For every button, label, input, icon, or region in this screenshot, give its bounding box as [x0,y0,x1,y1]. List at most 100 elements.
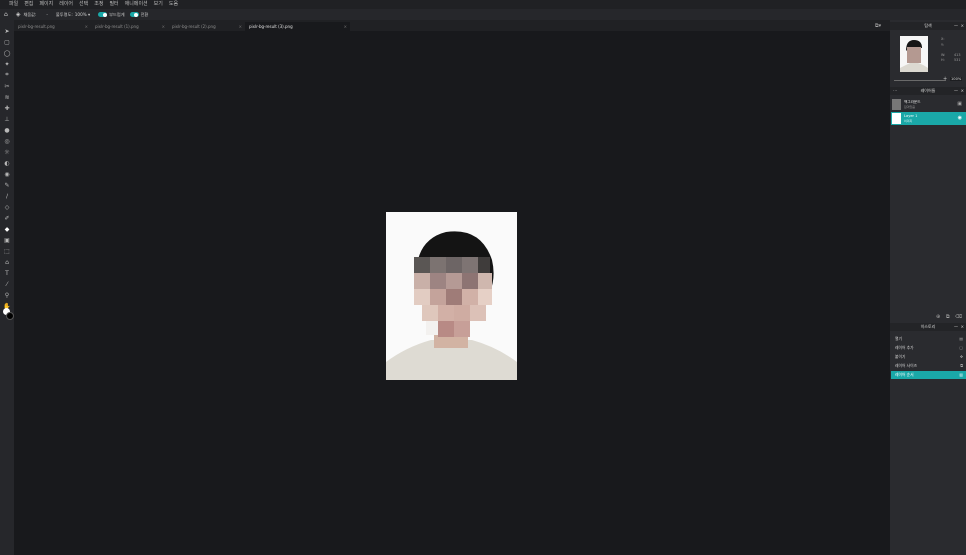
menu-item[interactable]: 애니메이션 [125,0,148,9]
smooth-label: 부드럽게 [109,11,125,17]
history-collapse-icon[interactable]: — [954,323,958,331]
menu-item[interactable]: 선택 [79,0,88,9]
options-bar: ⌂ ◈ 채움값: - 불투명도: 100% ▾ 부드럽게 전환 [0,9,966,20]
history-label: 레이어 순서 [895,372,914,377]
collapse-icon[interactable]: — [954,22,958,30]
layers-header: ⋯ 레이어들 — × [890,87,966,95]
menu-item[interactable]: 파일 [9,0,18,9]
menu-item[interactable]: 보기 [154,0,163,9]
tab-close-icon[interactable]: × [85,22,88,31]
tab-close-icon[interactable]: × [344,22,347,31]
close-icon[interactable]: × [961,22,964,30]
tab-label: pixlr-bg-result (3).png [249,24,293,29]
drop-tool-icon[interactable]: ● [3,126,11,134]
menu-item[interactable]: 페이지 [39,0,53,9]
cutout-tool-icon[interactable]: ✂ [3,82,11,90]
lock-icon[interactable]: ▣ [957,101,962,107]
arrange-tool-icon[interactable]: ➤ [3,27,11,35]
open-icon: ▤ [959,336,963,341]
history-label: 레이어 추가 [895,345,914,350]
history-item[interactable]: 레이어 사이즈 ⧉ [891,362,966,370]
liquify-tool-icon[interactable]: ≋ [3,93,11,101]
eye-icon[interactable]: ◉ [958,115,962,121]
document-tab[interactable]: pixlr-bg-result (3).png × [245,22,350,31]
history-title: 히스토리 [920,324,936,329]
history-item[interactable]: 열기 ▤ [891,335,966,343]
history-item-selected[interactable]: 레이어 순서 ▥ [891,371,966,379]
history-close-icon[interactable]: × [961,323,964,331]
zoom-tool-icon[interactable]: ⚲ [3,291,11,299]
gradient-tool-icon[interactable]: ▣ [3,236,11,244]
zoom-value[interactable]: 100% [950,77,963,81]
menu-item[interactable]: 레이어 [59,0,73,9]
history-item[interactable]: 레이어 추가 ▢ [891,344,966,352]
pen-tool-icon[interactable]: ✎ [3,181,11,189]
history-label: 레이어 사이즈 [895,363,918,368]
order-icon: ▥ [959,372,963,377]
zoom-slider[interactable] [894,80,946,81]
layers-menu-icon[interactable]: ⋯ [893,87,897,95]
color-replace-icon[interactable]: ◉ [3,170,11,178]
menu-item[interactable]: 도움 [169,0,178,9]
document-tab[interactable]: pixlr-bg-result.png × [14,22,91,31]
tab-close-icon[interactable]: × [239,22,242,31]
document-tabs: pixlr-bg-result.png × pixlr-bg-result (1).… [14,20,890,31]
duplicate-layer-icon[interactable]: ⧉ [946,314,950,320]
layers-close-icon[interactable]: × [961,87,964,95]
menu-item[interactable]: 필터 [109,0,118,9]
layer-sub: 잠겨있음 [904,105,916,109]
navigator-thumbnail[interactable] [900,36,928,72]
document-image[interactable] [386,212,517,380]
shape-tool-icon[interactable]: ⬚ [3,247,11,255]
document-tab[interactable]: pixlr-bg-result (1).png × [91,22,168,31]
tool-bar: ➤ ▢ ◯ ✦ ⌗ ✂ ≋ ✚ ⊥ ● ◎ ☼ ◐ ◉ ✎ ∕ ◇ ✐ ◆ ▣ … [0,20,14,555]
window-arrange-icon[interactable]: ⧉▾ [875,23,881,29]
right-panel: 탐색 — × X: Y: W: 413 H: 531 + 100% ⋯ 레이어들… [890,20,966,555]
fill-tool-icon[interactable]: ◈ [16,11,21,18]
portrait-photo [386,212,517,380]
layer-thumb [892,99,901,110]
tab-close-icon[interactable]: × [162,22,165,31]
nav-y-label: Y: [941,43,944,47]
history-item[interactable]: 붙이기 ✥ [891,353,966,361]
layer-name: Layer 1 [904,114,918,118]
eraser-tool-icon[interactable]: ◇ [3,203,11,211]
document-tab[interactable]: pixlr-bg-result (2).png × [168,22,245,31]
opacity-value[interactable]: 100% ▾ [75,12,90,17]
menu-item[interactable]: 조정 [94,0,103,9]
layer-row-background[interactable]: 백그라운드 잠겨있음 ▣ [891,98,966,111]
navigator-thumb-image [900,36,928,72]
fill-tool-icon-active[interactable]: ◆ [3,225,11,233]
eyedropper-tool-icon[interactable]: ⁄ [3,280,11,288]
sponge-tool-icon[interactable]: ◎ [3,137,11,145]
lasso-tool-icon[interactable]: ◯ [3,49,11,57]
heal-tool-icon[interactable]: ✚ [3,104,11,112]
pencil-tool-icon[interactable]: ✐ [3,214,11,222]
layers-collapse-icon[interactable]: — [954,87,958,95]
zoom-in-icon[interactable]: + [943,76,947,82]
nav-w-label: W: [941,53,946,57]
crop-tool-icon[interactable]: ⌗ [3,71,11,79]
resize-icon: ⧉ [960,363,963,368]
clone-tool-icon[interactable]: ⊥ [3,115,11,123]
transition-toggle[interactable] [129,12,141,18]
text-tool-icon[interactable]: T [3,269,11,277]
add-layer-history-icon: ▢ [959,345,963,350]
layer-row-layer1[interactable]: Layer 1 이미지 ◉ [891,112,966,125]
fill-value[interactable]: - [46,12,48,17]
burn-tool-icon[interactable]: ◐ [3,159,11,167]
add-layer-icon[interactable]: ⊕ [936,314,940,320]
stamp-tool-icon[interactable]: ⌂ [3,258,11,266]
home-icon[interactable]: ⌂ [4,11,8,18]
delete-layer-icon[interactable]: ⌫ [955,314,962,320]
marquee-tool-icon[interactable]: ▢ [3,38,11,46]
menu-item[interactable]: 편집 [24,0,33,9]
dodge-tool-icon[interactable]: ☼ [3,148,11,156]
menu-bar: 파일 편집 페이지 레이어 선택 조정 필터 애니메이션 보기 도움 [0,0,966,9]
smooth-toggle[interactable] [98,12,109,18]
brush-tool-icon[interactable]: ∕ [3,192,11,200]
fill-label: 채움값: [23,11,37,17]
wand-tool-icon[interactable]: ✦ [3,60,11,68]
paste-icon: ✥ [959,354,963,359]
background-color-swatch[interactable] [6,312,14,320]
